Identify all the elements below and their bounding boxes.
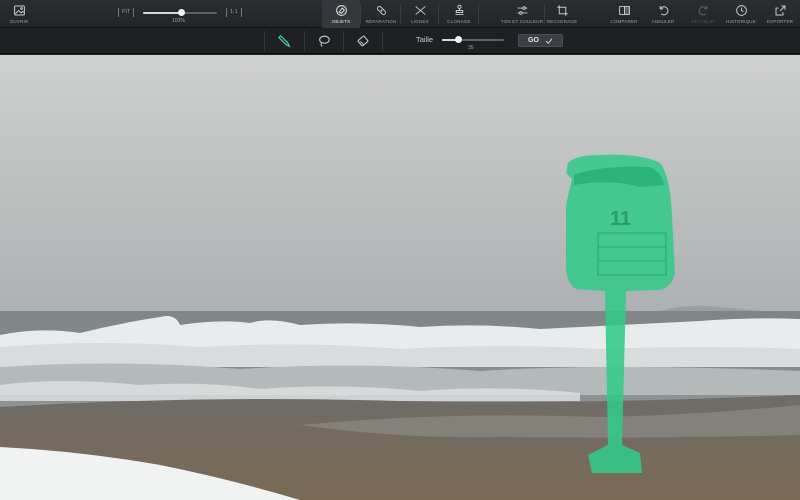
tool-reparation-label: RÉPARATION: [365, 19, 397, 24]
separator: [264, 31, 265, 51]
zoom-value: 103%: [172, 18, 185, 24]
tool-reparation[interactable]: RÉPARATION: [362, 0, 400, 28]
tool-recadrage[interactable]: RECADRAGE: [544, 0, 580, 28]
brush-icon: [278, 34, 291, 48]
tool-lignes[interactable]: LIGNES: [402, 0, 438, 28]
undo-button[interactable]: ANNULER: [646, 0, 680, 28]
photo-canvas[interactable]: 11: [0, 55, 800, 500]
beach-photo: 11: [0, 55, 800, 500]
open-label: OUVRIR: [9, 19, 29, 24]
tool-recadrage-label: RECADRAGE: [546, 19, 578, 24]
object-tool-options: Taille 35 GO: [0, 28, 800, 54]
sky: [0, 55, 800, 313]
lines-icon: [414, 6, 426, 15]
separator: [360, 4, 361, 24]
separator: [382, 31, 383, 51]
separator: [478, 4, 479, 24]
stamp-icon: [454, 4, 464, 16]
zoom-1to1-button[interactable]: 1:1: [226, 8, 242, 17]
redo-icon: [698, 6, 707, 16]
crop-icon: [556, 5, 568, 16]
sliders-icon: [517, 6, 527, 15]
undo-icon: [659, 6, 668, 16]
open-button[interactable]: OUVRIR: [4, 0, 34, 28]
history-button[interactable]: HISTORIQUE: [722, 0, 760, 28]
separator: [438, 4, 439, 24]
compare-icon: [618, 5, 630, 16]
export-label: EXPORTER: [766, 19, 794, 24]
compare-label: COMPARER: [610, 19, 638, 24]
history-label: HISTORIQUE: [726, 19, 756, 24]
go-button[interactable]: GO: [518, 34, 563, 47]
post-number-marking: 11: [610, 208, 631, 230]
zoom-slider-thumb[interactable]: [177, 9, 185, 16]
separator: [400, 4, 401, 24]
eraser-icon: [357, 35, 369, 47]
tool-ton-couleur-label: TON ET COULEUR: [500, 19, 544, 24]
bandage-icon: [376, 5, 386, 16]
size-slider-thumb[interactable]: [455, 36, 463, 43]
tool-objets-label: OBJETS: [331, 19, 351, 24]
export-button[interactable]: EXPORTER: [762, 0, 798, 28]
size-slider[interactable]: [442, 36, 504, 43]
redo-button[interactable]: RÉTABLIR: [686, 0, 720, 28]
redo-label: RÉTABLIR: [691, 19, 715, 24]
eraser-tool-button[interactable]: [344, 28, 382, 54]
size-value: 35: [468, 45, 474, 51]
checkmark-icon: [545, 37, 553, 44]
compare-button[interactable]: COMPARER: [606, 0, 642, 28]
clock-icon: [735, 5, 747, 16]
size-label: Taille: [416, 35, 434, 44]
image-icon: [13, 5, 25, 16]
tool-ton-couleur[interactable]: TON ET COULEUR: [500, 0, 544, 28]
zoom-slider[interactable]: [143, 9, 217, 16]
tool-clonage-label: CLONAGE: [447, 19, 471, 24]
lasso-tool-button[interactable]: [305, 28, 343, 54]
objects-eraser-icon: [335, 5, 347, 16]
main-toolbar: OUVRIR FIT 1:1 103% OBJETS RÉPARATION LI…: [0, 0, 800, 28]
zoom-fit-button[interactable]: FIT: [118, 8, 135, 17]
tool-lignes-label: LIGNES: [411, 19, 429, 24]
zoom-control: FIT 1:1 103%: [118, 0, 242, 28]
go-label: GO: [528, 37, 539, 44]
undo-label: ANNULER: [651, 19, 675, 24]
tool-clonage[interactable]: CLONAGE: [440, 0, 478, 28]
brush-tool-button[interactable]: [266, 28, 304, 54]
tool-objets[interactable]: OBJETS: [322, 0, 360, 28]
export-icon: [775, 5, 785, 16]
lasso-icon: [319, 35, 330, 47]
zoom-slider-fill: [143, 12, 182, 14]
